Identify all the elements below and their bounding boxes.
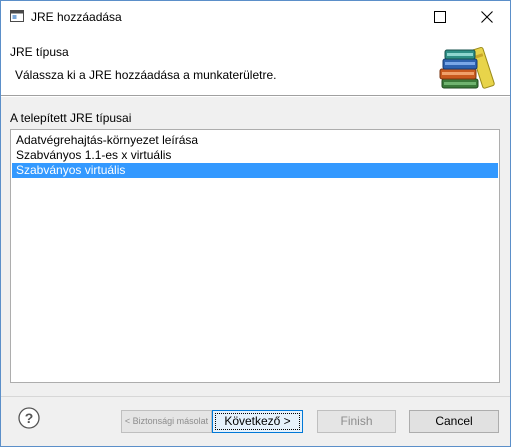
help-button[interactable]: ?	[18, 407, 40, 429]
page-description: Válassza ki a JRE hozzáadása a munkaterü…	[15, 68, 277, 82]
button-bar-divider	[1, 396, 510, 397]
wizard-banner: JRE típusa Válassza ki a JRE hozzáadása …	[1, 33, 510, 95]
next-button[interactable]: Következő >	[212, 410, 303, 433]
help-icon: ?	[18, 407, 40, 429]
jre-types-label: A telepített JRE típusai	[10, 111, 132, 125]
list-item[interactable]: Adatvégrehajtás-környezet leírása	[12, 133, 498, 148]
window-app-icon	[10, 10, 24, 22]
books-icon	[439, 46, 495, 89]
focus-rectangle	[215, 413, 300, 430]
jre-types-list[interactable]: Adatvégrehajtás-környezet leírása Szabvá…	[10, 129, 500, 383]
banner-divider-highlight	[1, 96, 510, 97]
close-button[interactable]	[464, 1, 510, 33]
cancel-button[interactable]: Cancel	[409, 410, 499, 433]
maximize-button[interactable]	[417, 1, 463, 33]
svg-text:?: ?	[25, 410, 34, 426]
page-title: JRE típusa	[10, 45, 69, 59]
dialog-window: JRE hozzáadása JRE típusa Válassza ki a …	[0, 0, 511, 447]
close-icon	[481, 11, 493, 23]
list-item[interactable]: Szabványos 1.1-es x virtuális	[12, 148, 498, 163]
maximize-icon	[434, 11, 446, 23]
window-title: JRE hozzáadása	[31, 10, 122, 24]
list-item-selected[interactable]: Szabványos virtuális	[12, 163, 498, 178]
finish-button[interactable]: Finish	[317, 410, 396, 433]
back-button[interactable]: < Biztonsági másolat	[121, 410, 212, 433]
title-bar[interactable]: JRE hozzáadása	[1, 1, 510, 33]
